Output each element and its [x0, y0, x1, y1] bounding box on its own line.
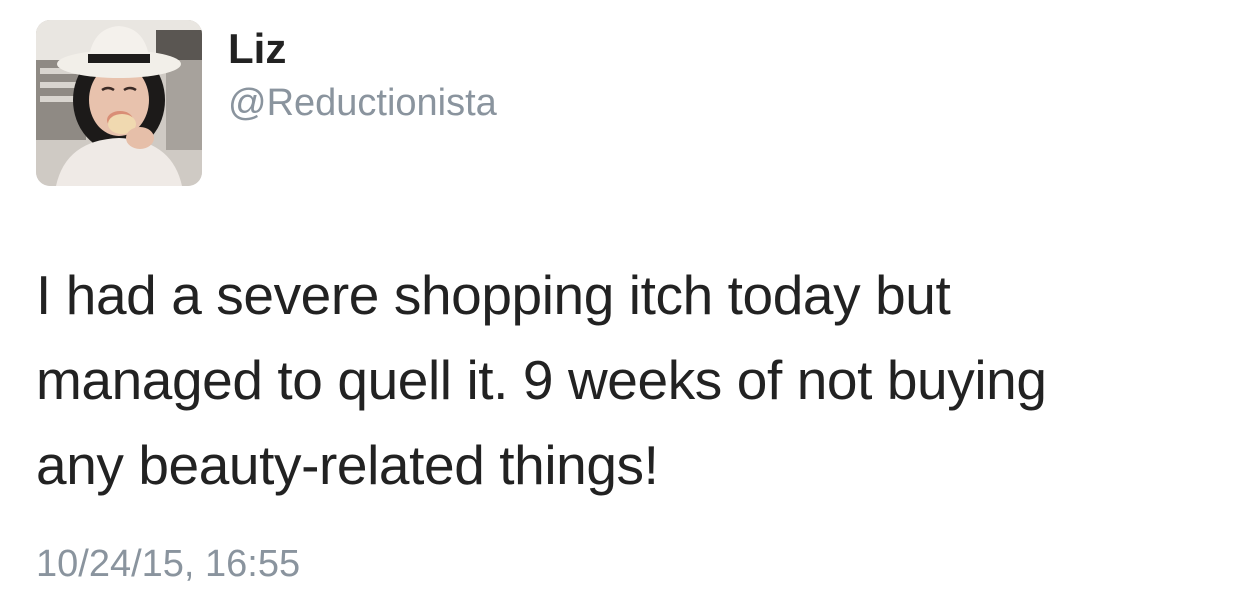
display-name[interactable]: Liz — [228, 24, 286, 74]
tweet-card: Liz @Reductionista I had a severe shoppi… — [0, 0, 1242, 613]
profile-photo-icon — [36, 20, 202, 186]
tweet-text-line: I had a severe shopping itch today but — [36, 264, 951, 326]
tweet-text-line: managed to quell it. 9 weeks of not buyi… — [36, 349, 1047, 411]
avatar[interactable] — [36, 20, 202, 186]
tweet-text: I had a severe shopping itch today but m… — [36, 253, 1216, 508]
user-handle[interactable]: @Reductionista — [228, 80, 497, 126]
tweet-timestamp[interactable]: 10/24/15, 16:55 — [36, 541, 300, 587]
tweet-text-line: any beauty-related things! — [36, 434, 659, 496]
